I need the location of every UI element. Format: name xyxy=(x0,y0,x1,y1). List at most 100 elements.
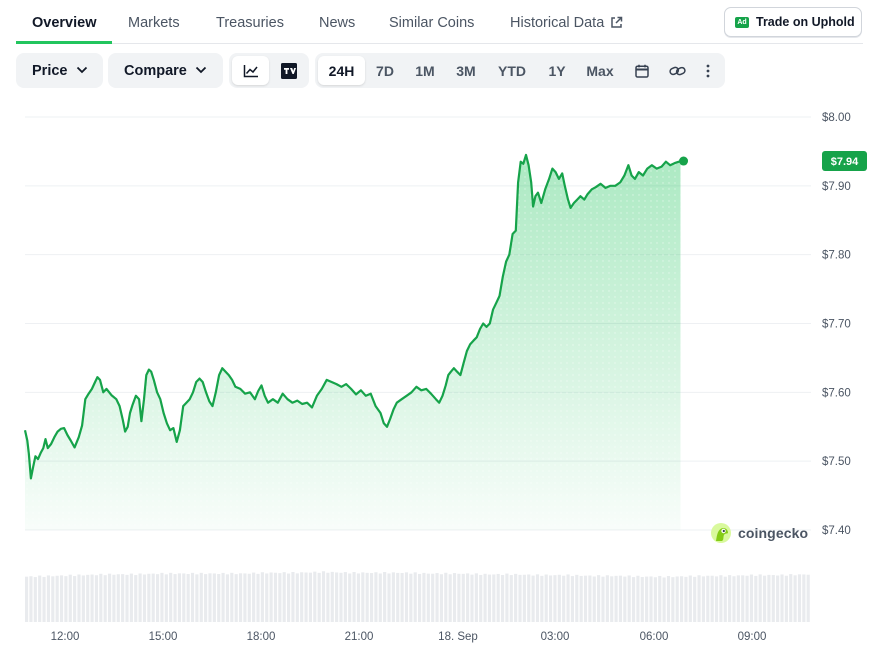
volume-bar xyxy=(321,571,326,622)
volume-bar xyxy=(330,571,334,622)
y-tick-label: $7.90 xyxy=(822,181,851,193)
volume-bar xyxy=(723,576,727,622)
volume-bar xyxy=(129,573,133,622)
volume-bar xyxy=(64,576,68,622)
volume-bar xyxy=(452,573,457,622)
volume-bar xyxy=(671,577,675,622)
volume-bar xyxy=(212,573,216,622)
volume-bar xyxy=(496,573,500,622)
volume-bar xyxy=(369,573,374,622)
volume-bar xyxy=(483,573,487,622)
volume-bar xyxy=(544,574,548,622)
price-chart[interactable]: $7.40 $7.50 $7.60 $7.70 $7.80 $7.90 $8.00 12:0… xyxy=(0,0,879,645)
price-area-texture xyxy=(25,154,681,530)
y-tick-label: $7.40 xyxy=(822,525,851,537)
volume-bar xyxy=(540,575,544,622)
volume-bar xyxy=(557,574,561,622)
volume-bar xyxy=(597,575,601,622)
volume-bar xyxy=(404,572,409,622)
coingecko-watermark: coingecko xyxy=(710,522,808,544)
volume-bar xyxy=(649,576,653,622)
volume-bar xyxy=(107,573,112,622)
volume-bar xyxy=(156,574,160,622)
volume-bar xyxy=(121,574,125,622)
volume-bar xyxy=(59,575,64,622)
volume-bar xyxy=(701,576,705,622)
volume-bar xyxy=(658,575,662,622)
volume-bar xyxy=(789,574,793,622)
volume-bar xyxy=(147,573,151,622)
volume-bar xyxy=(444,572,448,622)
volume-bar xyxy=(680,576,684,622)
volume-bar xyxy=(527,574,531,622)
volume-bar xyxy=(802,574,806,622)
volume-bar xyxy=(190,572,195,622)
y-tick-label: $7.60 xyxy=(822,387,851,399)
volume-bar xyxy=(518,574,522,622)
x-tick-label: 18:00 xyxy=(247,631,276,643)
volume-bar xyxy=(352,572,356,622)
y-tick-label: $7.70 xyxy=(822,319,851,331)
volume-bar xyxy=(186,574,190,622)
volume-bar xyxy=(169,572,173,622)
volume-bar xyxy=(736,575,740,622)
volume-bar xyxy=(396,572,400,622)
volume-bar xyxy=(378,573,382,622)
x-tick-label: 03:00 xyxy=(541,631,570,643)
volume-bar xyxy=(500,575,505,622)
volume-bar xyxy=(348,573,352,622)
y-tick-label: $7.80 xyxy=(822,250,851,262)
volume-bar xyxy=(55,575,59,622)
volume-bar xyxy=(470,574,474,622)
volume-bar xyxy=(431,573,435,622)
volume-bar xyxy=(116,574,120,622)
volume-bar xyxy=(374,572,378,622)
volume-bar xyxy=(356,573,361,622)
x-tick-label: 06:00 xyxy=(640,631,669,643)
volume-bar xyxy=(579,575,583,622)
volume-bar xyxy=(195,574,199,622)
volume-bar xyxy=(300,572,304,622)
volume-bar xyxy=(125,574,129,622)
volume-bar xyxy=(762,575,767,622)
volume-bar xyxy=(793,575,797,622)
volume-bar xyxy=(636,575,640,622)
volume-bar xyxy=(492,574,496,622)
volume-bar xyxy=(99,573,103,622)
last-price-label: $7.94 xyxy=(831,156,859,168)
volume-bar xyxy=(514,573,518,622)
volume-bar xyxy=(86,574,90,622)
volume-bar xyxy=(767,574,771,622)
volume-bar xyxy=(553,575,557,622)
volume-bar xyxy=(457,573,461,622)
volume-bar xyxy=(409,573,413,622)
volume-bar xyxy=(435,573,439,622)
volume-bar xyxy=(448,574,452,622)
volume-bar xyxy=(269,572,273,622)
volume-bar xyxy=(247,573,251,622)
volume-bar xyxy=(426,573,430,622)
volume-bar xyxy=(391,572,395,622)
x-tick-label: 21:00 xyxy=(345,631,374,643)
volume-bar xyxy=(662,577,666,622)
volume-bar xyxy=(771,575,775,622)
volume-bar xyxy=(304,572,308,622)
volume-bar xyxy=(173,574,177,622)
volume-bar xyxy=(260,572,264,622)
volume-bar xyxy=(461,573,465,622)
volume-bar xyxy=(361,572,365,622)
volume-bar xyxy=(317,572,321,622)
volume-bar xyxy=(230,572,234,622)
y-tick-label: $8.00 xyxy=(822,112,851,124)
volume-bar xyxy=(566,574,570,622)
volume-bar xyxy=(601,576,605,622)
volume-bar xyxy=(265,573,269,622)
volume-bar xyxy=(238,573,243,622)
volume-bar xyxy=(675,576,679,622)
volume-bar xyxy=(208,573,212,622)
volume-bar xyxy=(112,574,116,622)
volume-bar xyxy=(134,575,138,622)
volume-bar xyxy=(335,572,339,622)
volume-bar xyxy=(570,576,574,622)
volume-bar xyxy=(505,573,509,622)
